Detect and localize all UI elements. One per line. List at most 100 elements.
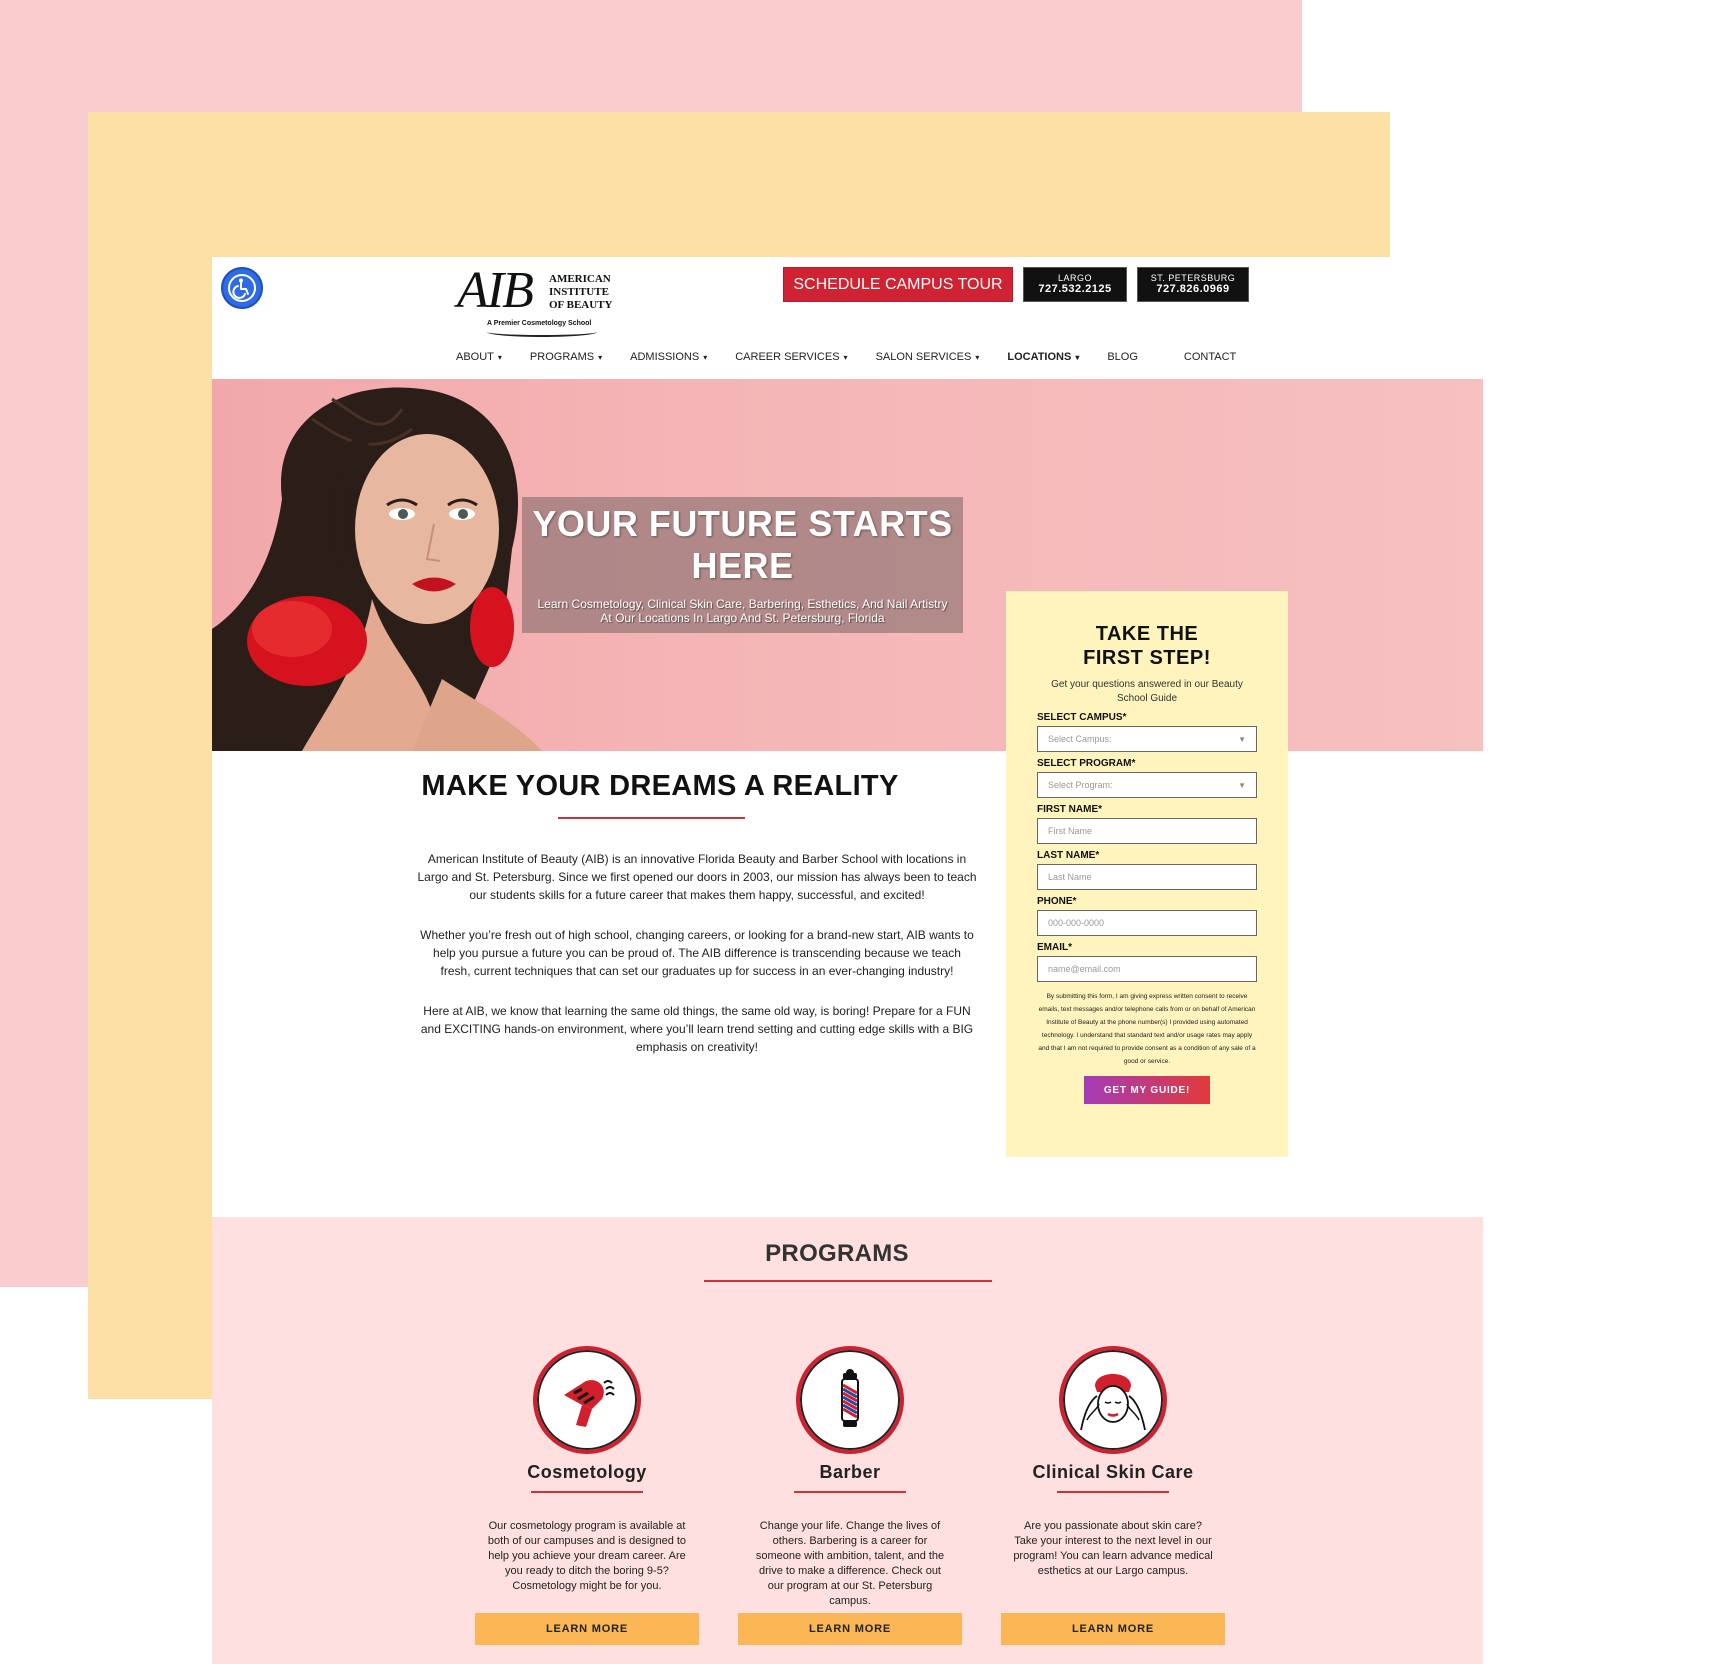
logo-line-1: American <box>549 273 611 285</box>
nav-item-programs[interactable]: PROGRAMS ▾ <box>530 347 602 367</box>
last-name-label: LAST NAME* <box>1037 850 1100 861</box>
program-card-cosmetology: Cosmetology Our cosmetology program is a… <box>475 1346 699 1645</box>
email-field[interactable]: name@email.com <box>1037 956 1257 982</box>
email-label: EMAIL* <box>1037 942 1072 953</box>
program-name-underline <box>794 1491 906 1493</box>
learn-more-button[interactable]: LEARN MORE <box>738 1613 962 1645</box>
program-select-value: Select Program: <box>1048 780 1113 790</box>
hero-text-box: YOUR FUTURE STARTS HERE Learn Cosmetolog… <box>522 497 963 633</box>
first-name-label: FIRST NAME* <box>1037 804 1102 815</box>
logo-monogram: AIB <box>457 262 534 319</box>
program-name: Clinical Skin Care <box>1032 1462 1194 1482</box>
title-underline <box>558 817 745 819</box>
program-name-underline <box>531 1491 643 1493</box>
phone-city: LARGO <box>1057 273 1092 283</box>
program-name: Cosmetology <box>527 1462 647 1482</box>
nav-item-contact[interactable]: CONTACT <box>1184 347 1236 367</box>
form-title-line: TAKE THE <box>1095 623 1199 645</box>
program-description: Change your life. Change the lives of ot… <box>755 1520 945 1607</box>
logo-swoosh <box>487 327 597 337</box>
learn-more-button[interactable]: LEARN MORE <box>1001 1613 1225 1645</box>
form-subtitle: Get your questions answered in our Beaut… <box>1051 679 1243 704</box>
phone-number: 727.532.2125 <box>1038 283 1112 295</box>
intro-paragraph: Whether you’re fresh out of high school,… <box>420 928 974 978</box>
facial-treatment-icon <box>1059 1346 1167 1454</box>
programs-section: PROGRAMS Cosmetology Our cosmetology pro… <box>212 1217 1483 1664</box>
nav-item-locations[interactable]: LOCATIONS ▾ <box>1007 347 1079 367</box>
last-name-field[interactable]: Last Name <box>1037 864 1257 890</box>
first-name-placeholder: First Name <box>1048 826 1093 836</box>
caret-down-icon: ▾ <box>703 352 708 362</box>
get-my-guide-button[interactable]: GET MY GUIDE! <box>1084 1076 1210 1104</box>
logo-line-2: Institute <box>549 286 609 298</box>
caret-down-icon: ▾ <box>975 352 980 362</box>
caret-down-icon: ▾ <box>598 352 603 362</box>
nav-label: CONTACT <box>1183 351 1237 363</box>
barber-pole-icon <box>796 1346 904 1454</box>
program-label: SELECT PROGRAM* <box>1037 758 1136 769</box>
email-placeholder: name@email.com <box>1048 964 1121 974</box>
schedule-campus-tour-button[interactable]: SCHEDULE CAMPUS TOUR <box>783 267 1013 302</box>
chevron-down-icon: ▼ <box>1238 734 1246 744</box>
nav-label: BLOG <box>1107 351 1138 363</box>
hero-subtitle: Learn Cosmetology, Clinical Skin Care, B… <box>537 597 948 625</box>
intro-text: American Institute of Beauty (AIB) is an… <box>417 850 977 1078</box>
phone-city: ST. PETERSBURG <box>1150 273 1236 283</box>
section-title: MAKE YOUR DREAMS A REALITY <box>421 770 899 802</box>
consent-text: By submitting this form, I am giving exp… <box>1038 993 1256 1065</box>
program-card-barber: Barber Change your life. Change the live… <box>738 1346 962 1645</box>
accessibility-icon <box>228 274 256 302</box>
form-title-line: FIRST STEP! <box>1083 647 1211 669</box>
programs-title-underline <box>704 1280 992 1282</box>
caret-down-icon: ▾ <box>843 352 848 362</box>
first-name-field[interactable]: First Name <box>1037 818 1257 844</box>
accessibility-button[interactable] <box>221 267 263 309</box>
caret-down-icon: ▾ <box>497 352 502 362</box>
nav-item-admissions[interactable]: ADMISSIONS ▾ <box>630 347 707 367</box>
site-logo[interactable]: AIB American Institute Of Beauty A Premi… <box>457 262 632 337</box>
logo-tagline: A Premier Cosmetology School <box>487 320 592 327</box>
phone-number: 727.826.0969 <box>1156 283 1230 295</box>
logo-wordmark: American Institute Of Beauty <box>549 273 629 312</box>
intro-paragraph: Here at AIB, we know that learning the s… <box>420 1004 974 1054</box>
beauty-guide-form: TAKE THE FIRST STEP! Get your questions … <box>1006 591 1288 1157</box>
main-navigation: ABOUT ▾ PROGRAMS ▾ ADMISSIONS ▾ CAREER SERV… <box>456 347 1264 367</box>
campus-select[interactable]: Select Campus: ▼ <box>1037 726 1257 752</box>
nav-label: CAREER SERVICES <box>735 351 840 363</box>
phone-field[interactable]: 000-000-0000 <box>1037 910 1257 936</box>
nav-label: PROGRAMS <box>529 351 595 363</box>
nav-item-career-services[interactable]: CAREER SERVICES ▾ <box>735 347 847 367</box>
website-screenshot: AIB American Institute Of Beauty A Premi… <box>212 257 1483 1664</box>
form-title: TAKE THE FIRST STEP! <box>1037 622 1257 670</box>
nav-label: ABOUT <box>456 351 494 363</box>
campus-label: SELECT CAMPUS* <box>1037 712 1127 723</box>
last-name-placeholder: Last Name <box>1048 872 1092 882</box>
nav-label: ADMISSIONS <box>630 351 700 363</box>
program-description: Are you passionate about skin care? Take… <box>1013 1520 1213 1577</box>
nav-label: SALON SERVICES <box>875 351 972 363</box>
phone-placeholder: 000-000-0000 <box>1048 918 1105 928</box>
chevron-down-icon: ▼ <box>1238 780 1246 790</box>
programs-title: PROGRAMS <box>765 1240 909 1267</box>
learn-more-button[interactable]: LEARN MORE <box>475 1613 699 1645</box>
hero-title: YOUR FUTURE STARTS HERE <box>532 503 953 586</box>
hero-model-image <box>212 387 542 751</box>
program-name-underline <box>1057 1491 1169 1493</box>
program-card-clinical-skin-care: Clinical Skin Care Are you passionate ab… <box>1001 1346 1225 1645</box>
program-name: Barber <box>819 1462 881 1482</box>
logo-line-3: Of Beauty <box>549 299 613 311</box>
program-description: Our cosmetology program is available at … <box>487 1520 687 1592</box>
phone-label: PHONE* <box>1037 896 1077 907</box>
intro-paragraph: American Institute of Beauty (AIB) is an… <box>417 852 977 902</box>
nav-label: LOCATIONS <box>1007 351 1072 363</box>
program-select[interactable]: Select Program: ▼ <box>1037 772 1257 798</box>
caret-down-icon: ▾ <box>1075 352 1080 362</box>
hero-banner: YOUR FUTURE STARTS HERE Learn Cosmetolog… <box>212 379 1483 751</box>
hair-dryer-icon <box>533 1346 641 1454</box>
phone-st-petersburg-button[interactable]: ST. PETERSBURG 727.826.0969 <box>1137 267 1249 302</box>
nav-item-salon-services[interactable]: SALON SERVICES ▾ <box>876 347 980 367</box>
phone-largo-button[interactable]: LARGO 727.532.2125 <box>1023 267 1127 302</box>
campus-select-value: Select Campus: <box>1048 734 1112 744</box>
nav-item-blog[interactable]: BLOG <box>1107 347 1138 367</box>
nav-item-about[interactable]: ABOUT ▾ <box>456 347 502 367</box>
